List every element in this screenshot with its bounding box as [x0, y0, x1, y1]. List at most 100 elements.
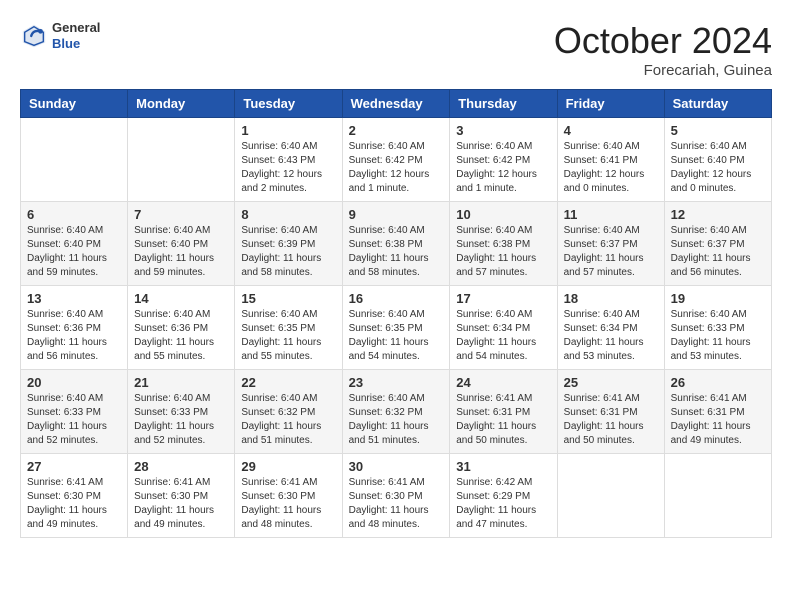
calendar-cell: 8Sunrise: 6:40 AMSunset: 6:39 PMDaylight…: [235, 202, 342, 286]
calendar-cell: 6Sunrise: 6:40 AMSunset: 6:40 PMDaylight…: [21, 202, 128, 286]
weekday-header: Monday: [128, 90, 235, 118]
cell-info: Sunset: 6:36 PM: [27, 322, 121, 336]
cell-info: Sunset: 6:39 PM: [241, 238, 335, 252]
cell-info: Daylight: 11 hours and 48 minutes.: [349, 504, 444, 532]
calendar-cell: 14Sunrise: 6:40 AMSunset: 6:36 PMDayligh…: [128, 286, 235, 370]
calendar-week-row: 6Sunrise: 6:40 AMSunset: 6:40 PMDaylight…: [21, 202, 772, 286]
cell-info: Sunrise: 6:41 AM: [564, 392, 658, 406]
day-number: 31: [456, 459, 550, 474]
cell-info: Sunset: 6:32 PM: [349, 406, 444, 420]
day-number: 10: [456, 207, 550, 222]
logo-icon: [20, 22, 48, 50]
cell-info: Daylight: 12 hours and 1 minute.: [456, 168, 550, 196]
cell-info: Sunrise: 6:40 AM: [671, 140, 765, 154]
calendar-cell: 4Sunrise: 6:40 AMSunset: 6:41 PMDaylight…: [557, 118, 664, 202]
day-number: 8: [241, 207, 335, 222]
cell-info: Sunset: 6:41 PM: [564, 154, 658, 168]
cell-info: Daylight: 11 hours and 47 minutes.: [456, 504, 550, 532]
cell-info: Daylight: 11 hours and 59 minutes.: [27, 252, 121, 280]
cell-info: Sunset: 6:36 PM: [134, 322, 228, 336]
month-title: October 2024: [554, 20, 772, 62]
cell-info: Sunrise: 6:41 AM: [241, 476, 335, 490]
cell-info: Sunrise: 6:40 AM: [134, 392, 228, 406]
cell-info: Daylight: 12 hours and 0 minutes.: [671, 168, 765, 196]
day-number: 9: [349, 207, 444, 222]
cell-info: Daylight: 11 hours and 51 minutes.: [241, 420, 335, 448]
cell-info: Sunset: 6:37 PM: [671, 238, 765, 252]
day-number: 7: [134, 207, 228, 222]
cell-info: Sunset: 6:31 PM: [564, 406, 658, 420]
calendar-cell: 1Sunrise: 6:40 AMSunset: 6:43 PMDaylight…: [235, 118, 342, 202]
day-number: 28: [134, 459, 228, 474]
cell-info: Daylight: 11 hours and 57 minutes.: [564, 252, 658, 280]
calendar-cell: 21Sunrise: 6:40 AMSunset: 6:33 PMDayligh…: [128, 370, 235, 454]
cell-info: Daylight: 11 hours and 49 minutes.: [134, 504, 228, 532]
calendar-cell: 9Sunrise: 6:40 AMSunset: 6:38 PMDaylight…: [342, 202, 450, 286]
cell-info: Sunrise: 6:40 AM: [27, 308, 121, 322]
day-number: 25: [564, 375, 658, 390]
cell-info: Daylight: 11 hours and 54 minutes.: [456, 336, 550, 364]
day-number: 2: [349, 123, 444, 138]
cell-info: Sunset: 6:30 PM: [27, 490, 121, 504]
calendar-cell: 2Sunrise: 6:40 AMSunset: 6:42 PMDaylight…: [342, 118, 450, 202]
calendar-cell: 29Sunrise: 6:41 AMSunset: 6:30 PMDayligh…: [235, 454, 342, 538]
cell-info: Daylight: 11 hours and 56 minutes.: [27, 336, 121, 364]
cell-info: Daylight: 11 hours and 50 minutes.: [456, 420, 550, 448]
cell-info: Daylight: 11 hours and 48 minutes.: [241, 504, 335, 532]
calendar-cell: 25 Sunrise: 6:41 AMSunset: 6:31 PMDayligh…: [557, 370, 664, 454]
cell-info: Sunset: 6:35 PM: [349, 322, 444, 336]
calendar-cell: 23Sunrise: 6:40 AMSunset: 6:32 PMDayligh…: [342, 370, 450, 454]
cell-info: Daylight: 11 hours and 50 minutes.: [564, 420, 658, 448]
cell-info: Sunrise: 6:40 AM: [349, 224, 444, 238]
cell-info: Daylight: 11 hours and 58 minutes.: [349, 252, 444, 280]
day-number: 24: [456, 375, 550, 390]
logo-text: General Blue: [52, 20, 100, 51]
calendar-cell: 27Sunrise: 6:41 AMSunset: 6:30 PMDayligh…: [21, 454, 128, 538]
cell-info: Daylight: 11 hours and 56 minutes.: [671, 252, 765, 280]
calendar-week-row: 13Sunrise: 6:40 AMSunset: 6:36 PMDayligh…: [21, 286, 772, 370]
cell-info: Sunrise: 6:40 AM: [241, 140, 335, 154]
cell-info: Daylight: 11 hours and 49 minutes.: [27, 504, 121, 532]
cell-info: Sunset: 6:30 PM: [241, 490, 335, 504]
cell-info: Daylight: 11 hours and 49 minutes.: [671, 420, 765, 448]
cell-info: Sunset: 6:30 PM: [349, 490, 444, 504]
cell-info: Sunset: 6:33 PM: [27, 406, 121, 420]
calendar-cell: 22Sunrise: 6:40 AMSunset: 6:32 PMDayligh…: [235, 370, 342, 454]
cell-info: Sunset: 6:34 PM: [456, 322, 550, 336]
weekday-header: Wednesday: [342, 90, 450, 118]
cell-info: Sunset: 6:33 PM: [671, 322, 765, 336]
cell-info: Sunrise: 6:40 AM: [564, 308, 658, 322]
cell-info: Daylight: 11 hours and 53 minutes.: [564, 336, 658, 364]
day-number: 19: [671, 291, 765, 306]
logo-blue: Blue: [52, 36, 100, 52]
cell-info: Daylight: 11 hours and 58 minutes.: [241, 252, 335, 280]
cell-info: Daylight: 11 hours and 52 minutes.: [27, 420, 121, 448]
page-header: General Blue October 2024 Forecariah, Gu…: [20, 20, 772, 79]
cell-info: Sunset: 6:40 PM: [671, 154, 765, 168]
cell-info: Sunset: 6:31 PM: [671, 406, 765, 420]
cell-info: Sunrise: 6:40 AM: [27, 224, 121, 238]
day-number: 11: [564, 207, 658, 222]
cell-info: Daylight: 11 hours and 55 minutes.: [241, 336, 335, 364]
calendar-week-row: 1Sunrise: 6:40 AMSunset: 6:43 PMDaylight…: [21, 118, 772, 202]
logo: General Blue: [20, 20, 100, 51]
day-number: 14: [134, 291, 228, 306]
day-number: 1: [241, 123, 335, 138]
calendar-cell: 28Sunrise: 6:41 AMSunset: 6:30 PMDayligh…: [128, 454, 235, 538]
day-number: 30: [349, 459, 444, 474]
cell-info: Sunrise: 6:40 AM: [456, 140, 550, 154]
weekday-header: Saturday: [664, 90, 771, 118]
cell-info: Sunrise: 6:40 AM: [241, 308, 335, 322]
cell-info: Daylight: 11 hours and 59 minutes.: [134, 252, 228, 280]
cell-info: Sunrise: 6:42 AM: [456, 476, 550, 490]
cell-info: Sunset: 6:34 PM: [564, 322, 658, 336]
calendar-cell: 11Sunrise: 6:40 AMSunset: 6:37 PMDayligh…: [557, 202, 664, 286]
cell-info: Sunset: 6:38 PM: [456, 238, 550, 252]
cell-info: Sunset: 6:35 PM: [241, 322, 335, 336]
cell-info: Sunset: 6:40 PM: [134, 238, 228, 252]
calendar-cell: 10Sunrise: 6:40 AMSunset: 6:38 PMDayligh…: [450, 202, 557, 286]
cell-info: Daylight: 11 hours and 51 minutes.: [349, 420, 444, 448]
calendar-cell: 16Sunrise: 6:40 AMSunset: 6:35 PMDayligh…: [342, 286, 450, 370]
day-number: 12: [671, 207, 765, 222]
cell-info: Daylight: 11 hours and 55 minutes.: [134, 336, 228, 364]
